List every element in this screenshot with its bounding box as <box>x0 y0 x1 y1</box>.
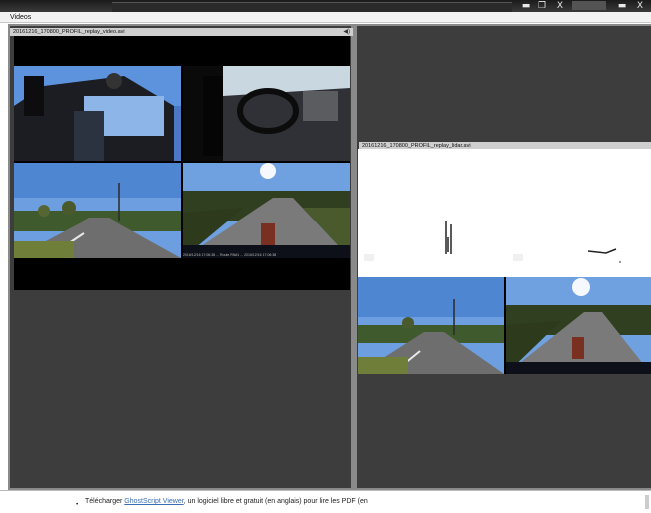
lidar-frame <box>358 149 651 277</box>
close-button-2[interactable]: X <box>630 0 650 12</box>
placeholder-button[interactable] <box>572 1 606 10</box>
close-button[interactable]: X <box>550 0 570 12</box>
camera-view-road-right-front <box>506 277 651 374</box>
window-title: Videos <box>10 14 32 21</box>
ghostscript-link[interactable]: GhostScript Viewer <box>124 498 183 505</box>
scrollbar[interactable] <box>645 495 649 509</box>
left-video-title: 20161216_170800_PROFIL_replay_video.avi <box>13 29 125 35</box>
left-video-frame: 2016/12/16 17:06:38 ... Route RN#1 ... 2… <box>14 36 350 290</box>
camera-view-cabin-left <box>14 66 181 161</box>
speaker-icon[interactable]: ◀) <box>343 28 350 36</box>
minimize-button-2[interactable]: ▬ <box>612 0 632 12</box>
camera-view-dashboard <box>183 66 350 161</box>
page-footer: • Télécharger GhostScript Viewer, un log… <box>0 490 651 513</box>
right-video-frame <box>358 277 651 374</box>
camera-view-road-front <box>183 163 350 258</box>
footer-text: Télécharger GhostScript Viewer, un logic… <box>85 498 368 505</box>
camera-view-road-right-left <box>358 277 504 374</box>
footer-suffix: , un logiciel libre et gratuit (en angla… <box>183 498 368 505</box>
bullet: • <box>76 501 79 508</box>
video-overlay-text: 2016/12/16 17:06:38 ... Route RN#1 ... 2… <box>183 253 277 257</box>
window-top-strip: ▬ ❐ X ▬ X <box>0 0 651 13</box>
videos-title-bar: Videos <box>0 12 651 23</box>
left-video-titlebar[interactable]: 20161216_170800_PROFIL_replay_video.avi … <box>10 28 353 36</box>
camera-view-road-left <box>14 163 181 258</box>
restore-button[interactable]: ❐ <box>532 0 552 12</box>
footer-prefix: Télécharger <box>85 498 125 505</box>
